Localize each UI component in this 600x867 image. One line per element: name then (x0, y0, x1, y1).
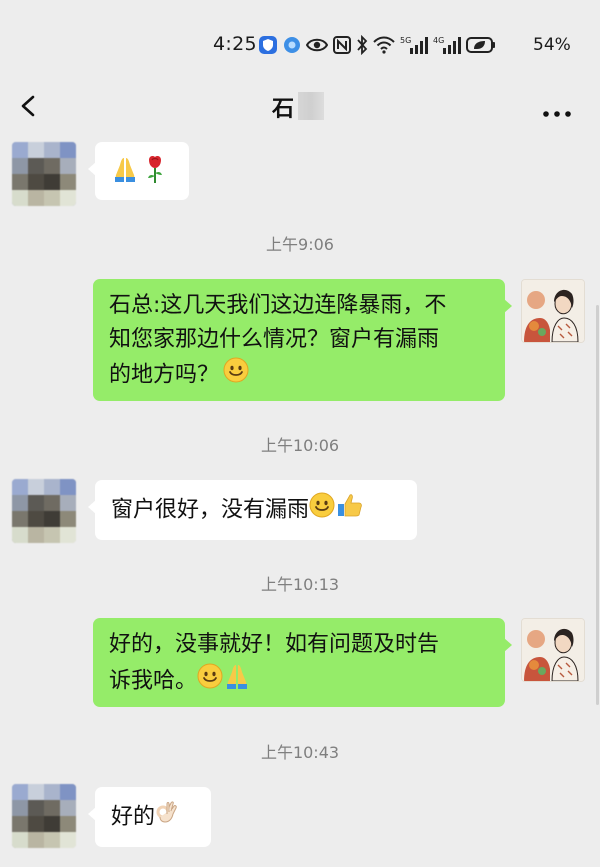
message-bubble-incoming[interactable] (88, 142, 189, 200)
smile-emoji (197, 663, 223, 700)
browser-app-icon (283, 36, 301, 54)
battery-icon (466, 36, 496, 54)
message-line-with-emoji: 的地方吗？ (109, 357, 489, 394)
status-time: 4:25 (213, 33, 257, 55)
status-icons: 5G 4G (258, 34, 496, 56)
back-arrow-icon[interactable] (18, 94, 40, 118)
contact-avatar[interactable] (12, 784, 76, 848)
battery-percentage: 54% (533, 35, 571, 55)
message-line: 好的 (111, 804, 156, 830)
ok-hand-emoji (155, 799, 179, 836)
signal-5g-label: 5G (400, 36, 411, 45)
message-bubble-incoming[interactable]: 好的 (88, 787, 211, 847)
message-bubble-incoming[interactable]: 窗户很好，没有漏雨 (88, 480, 417, 540)
signal-5g-icon: 5G (400, 35, 428, 55)
wifi-icon (373, 36, 395, 54)
smile-emoji (309, 492, 335, 529)
chat-title: 石 (272, 97, 295, 122)
message-line: 石总:这几天我们这边连降暴雨，不 (109, 293, 447, 318)
contact-avatar[interactable] (12, 479, 76, 543)
signal-4g-label: 4G (433, 36, 444, 45)
smile-emoji (223, 357, 249, 394)
more-options-icon[interactable] (542, 103, 572, 117)
message-line: 好的，没事就好！如有问题及时告 (109, 632, 440, 657)
eye-icon (306, 37, 328, 53)
message-line: 诉我哈。 (109, 668, 198, 694)
message-line: 的地方吗？ (109, 362, 220, 388)
message-line: 知您家那边什么情况？窗户有漏雨 (109, 327, 440, 352)
signal-4g-icon: 4G (433, 35, 461, 55)
chat-header: 石 (0, 86, 600, 126)
folded-hands-emoji (113, 155, 137, 194)
status-bar: 4:25 5G 4G 54% (0, 0, 600, 86)
scrollbar-thumb[interactable] (596, 305, 599, 705)
redacted-name-mosaic (298, 92, 324, 120)
message-bubble-outgoing[interactable]: 石总:这几天我们这边连降暴雨，不 知您家那边什么情况？窗户有漏雨 的地方吗？ (93, 279, 512, 401)
folded-hands-emoji (225, 662, 249, 701)
rose-emoji (144, 154, 166, 195)
message-line: 窗户很好，没有漏雨 (111, 497, 310, 523)
security-app-icon (258, 35, 278, 55)
message-timestamp: 上午10:06 (260, 436, 340, 455)
message-line-with-emoji: 诉我哈。 (109, 662, 489, 701)
thumbs-up-emoji (337, 492, 363, 529)
user-avatar[interactable] (521, 618, 585, 682)
message-timestamp: 上午10:13 (260, 575, 340, 594)
nfc-icon (333, 36, 351, 54)
bluetooth-icon (356, 35, 368, 55)
message-timestamp: 上午10:43 (260, 743, 340, 762)
message-bubble-outgoing[interactable]: 好的，没事就好！如有问题及时告 诉我哈。 (93, 618, 512, 707)
message-timestamp: 上午9:06 (266, 235, 334, 254)
user-avatar[interactable] (521, 279, 585, 343)
contact-avatar[interactable] (12, 142, 76, 206)
